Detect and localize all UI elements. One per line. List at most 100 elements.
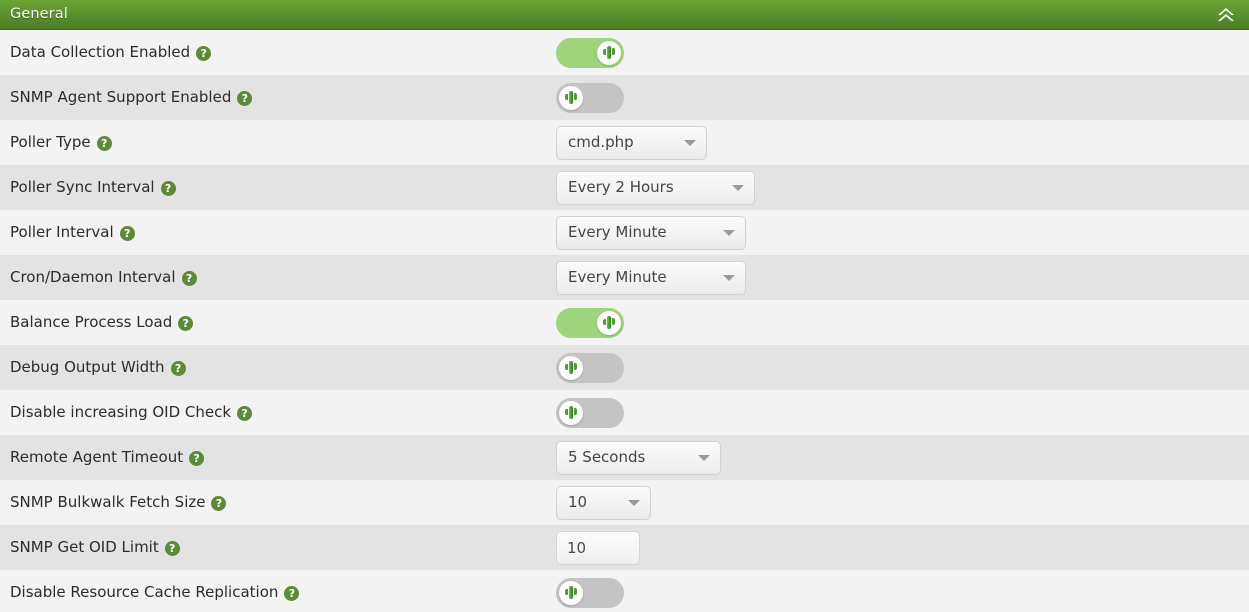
setting-label-text: Debug Output Width bbox=[10, 358, 165, 376]
setting-control-snmp-get-oid-limit bbox=[556, 525, 1249, 570]
setting-label-text: Disable Resource Cache Replication bbox=[10, 583, 279, 601]
setting-control-debug-output-width bbox=[556, 345, 1249, 390]
section-title: General bbox=[10, 6, 68, 23]
select-cron-daemon-interval[interactable]: Every Minute bbox=[556, 260, 746, 295]
setting-label-text: SNMP Agent Support Enabled bbox=[10, 88, 232, 106]
setting-label-disable-increasing-oid-check: Disable increasing OID Check? bbox=[0, 403, 556, 421]
setting-label-remote-agent-timeout: Remote Agent Timeout? bbox=[0, 448, 556, 466]
setting-label-text: Poller Type bbox=[10, 133, 91, 151]
chevron-down-icon bbox=[723, 274, 735, 281]
setting-row-data-collection-enabled: Data Collection Enabled? bbox=[0, 30, 1249, 75]
toggle-disable-resource-cache-replication[interactable] bbox=[556, 577, 624, 608]
settings-rows: Data Collection Enabled? SNMP Agent Suppo… bbox=[0, 30, 1249, 612]
setting-row-poller-interval: Poller Interval? Every Minute bbox=[0, 210, 1249, 255]
setting-label-balance-process-load: Balance Process Load? bbox=[0, 313, 556, 331]
setting-control-remote-agent-timeout: 5 Seconds bbox=[556, 435, 1249, 480]
toggle-knob-cactus-icon bbox=[559, 580, 583, 605]
setting-control-disable-resource-cache-replication bbox=[556, 570, 1249, 612]
select-value: 5 Seconds bbox=[568, 448, 646, 466]
toggle-data-collection-enabled[interactable] bbox=[556, 37, 624, 68]
setting-control-poller-interval: Every Minute bbox=[556, 210, 1249, 255]
setting-label-text: Poller Interval bbox=[10, 223, 114, 241]
setting-label-snmp-bulkwalk-fetch-size: SNMP Bulkwalk Fetch Size? bbox=[0, 493, 556, 511]
toggle-disable-increasing-oid-check[interactable] bbox=[556, 397, 624, 428]
help-icon[interactable]: ? bbox=[237, 406, 253, 421]
help-icon[interactable]: ? bbox=[211, 496, 227, 511]
setting-row-snmp-get-oid-limit: SNMP Get OID Limit? bbox=[0, 525, 1249, 570]
setting-label-disable-resource-cache-replication: Disable Resource Cache Replication? bbox=[0, 583, 556, 601]
setting-row-cron-daemon-interval: Cron/Daemon Interval? Every Minute bbox=[0, 255, 1249, 300]
help-icon[interactable]: ? bbox=[178, 316, 194, 331]
chevron-down-icon bbox=[723, 229, 735, 236]
setting-label-poller-interval: Poller Interval? bbox=[0, 223, 556, 241]
setting-label-text: Cron/Daemon Interval bbox=[10, 268, 176, 286]
setting-label-text: Disable increasing OID Check bbox=[10, 403, 232, 421]
setting-control-balance-process-load bbox=[556, 300, 1249, 345]
select-poller-interval[interactable]: Every Minute bbox=[556, 215, 746, 250]
setting-label-debug-output-width: Debug Output Width? bbox=[0, 358, 556, 376]
setting-control-data-collection-enabled bbox=[556, 30, 1249, 75]
toggle-debug-output-width[interactable] bbox=[556, 352, 624, 383]
toggle-snmp-agent-support-enabled[interactable] bbox=[556, 82, 624, 113]
select-value: Every Minute bbox=[568, 223, 667, 241]
setting-row-remote-agent-timeout: Remote Agent Timeout? 5 Seconds bbox=[0, 435, 1249, 480]
select-value: cmd.php bbox=[568, 133, 634, 151]
chevron-down-icon bbox=[732, 184, 744, 191]
setting-control-poller-type: cmd.php bbox=[556, 120, 1249, 165]
setting-row-poller-type: Poller Type? cmd.php bbox=[0, 120, 1249, 165]
select-value: 10 bbox=[568, 493, 588, 511]
setting-label-text: SNMP Bulkwalk Fetch Size bbox=[10, 493, 206, 511]
setting-label-text: Data Collection Enabled bbox=[10, 43, 191, 61]
chevron-double-up-icon[interactable] bbox=[1215, 4, 1237, 26]
setting-row-poller-sync-interval: Poller Sync Interval? Every 2 Hours bbox=[0, 165, 1249, 210]
input-snmp-get-oid-limit[interactable] bbox=[556, 530, 640, 565]
help-icon[interactable]: ? bbox=[160, 181, 176, 196]
help-icon[interactable]: ? bbox=[96, 136, 112, 151]
setting-label-cron-daemon-interval: Cron/Daemon Interval? bbox=[0, 268, 556, 286]
setting-label-text: Remote Agent Timeout bbox=[10, 448, 184, 466]
setting-row-disable-increasing-oid-check: Disable increasing OID Check? bbox=[0, 390, 1249, 435]
select-value: Every Minute bbox=[568, 268, 667, 286]
toggle-knob-cactus-icon bbox=[559, 85, 583, 110]
toggle-knob-cactus-icon bbox=[559, 355, 583, 380]
setting-label-snmp-get-oid-limit: SNMP Get OID Limit? bbox=[0, 538, 556, 556]
setting-row-balance-process-load: Balance Process Load? bbox=[0, 300, 1249, 345]
select-snmp-bulkwalk-fetch-size[interactable]: 10 bbox=[556, 485, 651, 520]
toggle-knob-cactus-icon bbox=[597, 310, 621, 335]
setting-label-text: Poller Sync Interval bbox=[10, 178, 155, 196]
toggle-balance-process-load[interactable] bbox=[556, 307, 624, 338]
select-poller-type[interactable]: cmd.php bbox=[556, 125, 707, 160]
setting-label-poller-sync-interval: Poller Sync Interval? bbox=[0, 178, 556, 196]
setting-control-snmp-bulkwalk-fetch-size: 10 bbox=[556, 480, 1249, 525]
help-icon[interactable]: ? bbox=[237, 91, 253, 106]
select-remote-agent-timeout[interactable]: 5 Seconds bbox=[556, 440, 721, 475]
setting-row-disable-resource-cache-replication: Disable Resource Cache Replication? bbox=[0, 570, 1249, 612]
chevron-down-icon bbox=[684, 139, 696, 146]
setting-control-cron-daemon-interval: Every Minute bbox=[556, 255, 1249, 300]
select-value: Every 2 Hours bbox=[568, 178, 674, 196]
settings-page: General Data Collection Enabled? SNMP Age… bbox=[0, 0, 1249, 612]
setting-label-data-collection-enabled: Data Collection Enabled? bbox=[0, 43, 556, 61]
setting-label-text: Balance Process Load bbox=[10, 313, 173, 331]
help-icon[interactable]: ? bbox=[284, 586, 300, 601]
help-icon[interactable]: ? bbox=[164, 541, 180, 556]
select-poller-sync-interval[interactable]: Every 2 Hours bbox=[556, 170, 755, 205]
setting-row-snmp-agent-support-enabled: SNMP Agent Support Enabled? bbox=[0, 75, 1249, 120]
setting-control-poller-sync-interval: Every 2 Hours bbox=[556, 165, 1249, 210]
toggle-knob-cactus-icon bbox=[559, 400, 583, 425]
setting-row-snmp-bulkwalk-fetch-size: SNMP Bulkwalk Fetch Size? 10 bbox=[0, 480, 1249, 525]
setting-control-snmp-agent-support-enabled bbox=[556, 75, 1249, 120]
setting-control-disable-increasing-oid-check bbox=[556, 390, 1249, 435]
setting-label-text: SNMP Get OID Limit bbox=[10, 538, 159, 556]
section-header-general: General bbox=[0, 0, 1249, 30]
setting-label-poller-type: Poller Type? bbox=[0, 133, 556, 151]
help-icon[interactable]: ? bbox=[119, 226, 135, 241]
help-icon[interactable]: ? bbox=[196, 46, 212, 61]
setting-label-snmp-agent-support-enabled: SNMP Agent Support Enabled? bbox=[0, 88, 556, 106]
help-icon[interactable]: ? bbox=[170, 361, 186, 376]
toggle-knob-cactus-icon bbox=[597, 40, 621, 65]
help-icon[interactable]: ? bbox=[189, 451, 205, 466]
chevron-down-icon bbox=[698, 454, 710, 461]
chevron-down-icon bbox=[628, 499, 640, 506]
help-icon[interactable]: ? bbox=[181, 271, 197, 286]
